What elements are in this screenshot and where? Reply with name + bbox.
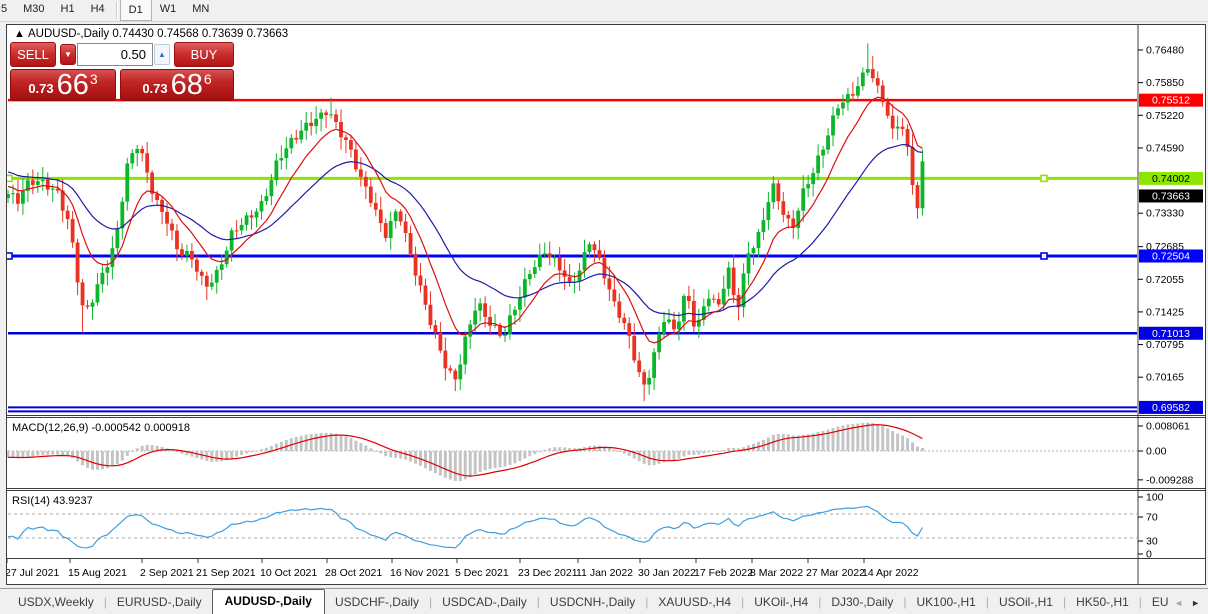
svg-text:70: 70 bbox=[1146, 512, 1158, 524]
timeframe-button-h4[interactable]: H4 bbox=[83, 0, 113, 21]
sell-price-button[interactable]: 0.73 66 3 bbox=[10, 69, 116, 101]
sell-price-pip: 3 bbox=[89, 71, 98, 87]
svg-text:23 Dec 2021: 23 Dec 2021 bbox=[518, 567, 578, 579]
timeframe-button-h1[interactable]: H1 bbox=[53, 0, 83, 21]
svg-text:8 Mar 2022: 8 Mar 2022 bbox=[750, 567, 803, 579]
svg-text:15 Aug 2021: 15 Aug 2021 bbox=[68, 567, 127, 579]
svg-text:AUDUSD-,Daily 0.74430 0.74568: AUDUSD-,Daily 0.74430 0.74568 0.73639 0.… bbox=[28, 28, 288, 40]
svg-text:10 Oct 2021: 10 Oct 2021 bbox=[260, 567, 317, 579]
svg-text:16 Nov 2021: 16 Nov 2021 bbox=[390, 567, 450, 579]
chart-tab-usdchf-daily[interactable]: USDCHF-,Daily bbox=[325, 591, 429, 614]
chart-tab-usoil-h1[interactable]: USOil-,H1 bbox=[989, 591, 1063, 614]
timeframe-button-m30[interactable]: M30 bbox=[15, 0, 52, 21]
buy-price-prefix: 0.73 bbox=[142, 81, 168, 96]
svg-text:0.69582: 0.69582 bbox=[1152, 402, 1190, 414]
timeframe-button-d1[interactable]: D1 bbox=[119, 0, 152, 21]
timeframe-toolbar: 5 M30 H1 H4 D1 W1 MN bbox=[0, 0, 1208, 22]
svg-text:MACD(12,26,9) -0.000542 0.0009: MACD(12,26,9) -0.000542 0.000918 bbox=[12, 422, 190, 434]
svg-text:RSI(14) 43.9237: RSI(14) 43.9237 bbox=[12, 495, 93, 507]
timeframe-button-mn[interactable]: MN bbox=[184, 0, 217, 21]
svg-text:0.76480: 0.76480 bbox=[1146, 45, 1184, 57]
chart-tab-audusd-daily[interactable]: AUDUSD-,Daily bbox=[211, 589, 325, 614]
chart-tab-usdx-weekly[interactable]: USDX,Weekly bbox=[8, 591, 104, 614]
chart-tab-ukoil-h4[interactable]: UKOil-,H4 bbox=[744, 591, 818, 614]
chart-tab-eu[interactable]: EU bbox=[1142, 591, 1170, 614]
svg-text:0.70795: 0.70795 bbox=[1146, 339, 1184, 351]
svg-text:21 Sep 2021: 21 Sep 2021 bbox=[196, 567, 256, 579]
panel-frames bbox=[7, 25, 1205, 584]
rsi-panel bbox=[7, 505, 1137, 549]
chart-tab-xauusd-h4[interactable]: XAUUSD-,H4 bbox=[648, 591, 741, 614]
svg-text:28 Oct 2021: 28 Oct 2021 bbox=[325, 567, 382, 579]
timeframe-button-w1[interactable]: W1 bbox=[152, 0, 185, 21]
svg-text:0.008061: 0.008061 bbox=[1146, 420, 1190, 432]
svg-text:0: 0 bbox=[1146, 549, 1152, 561]
chart-tabs: USDX,Weekly | EURUSD-,Daily AUDUSD-,Daily US… bbox=[0, 589, 1170, 614]
buy-price-button[interactable]: 0.73 68 6 bbox=[120, 69, 234, 101]
chart-window[interactable]: ▲ AUDUSD-,Daily 0.74430 0.74568 0.73639 0… bbox=[5, 24, 1206, 585]
svg-text:0.75850: 0.75850 bbox=[1146, 77, 1184, 89]
sell-button[interactable]: SELL bbox=[10, 42, 56, 67]
svg-text:0.72504: 0.72504 bbox=[1152, 251, 1190, 263]
svg-text:30 Jan 2022: 30 Jan 2022 bbox=[638, 567, 696, 579]
chart-tab-dj30-daily[interactable]: DJ30-,Daily bbox=[821, 591, 903, 614]
tab-scroll-right-icon[interactable]: ► bbox=[1191, 598, 1200, 608]
chart-canvas[interactable]: ▲ AUDUSD-,Daily 0.74430 0.74568 0.73639 0… bbox=[5, 25, 1205, 584]
svg-text:17 Feb 2022: 17 Feb 2022 bbox=[694, 567, 753, 579]
svg-text:27 Mar 2022: 27 Mar 2022 bbox=[806, 567, 865, 579]
order-row: SELL ▼ ▲ BUY bbox=[10, 42, 234, 68]
svg-text:0.00: 0.00 bbox=[1146, 446, 1167, 458]
buy-button[interactable]: BUY bbox=[174, 42, 234, 67]
moving-average-layer bbox=[7, 96, 923, 344]
price-axis: 0.764800.758500.752200.745900.733300.726… bbox=[1138, 45, 1203, 561]
one-click-trading-panel: SELL ▼ ▲ BUY 0.73 66 3 0.73 68 6 bbox=[10, 42, 234, 102]
chart-tab-eurusd-daily[interactable]: EURUSD-,Daily bbox=[107, 591, 212, 614]
svg-text:27 Jul 2021: 27 Jul 2021 bbox=[7, 567, 59, 579]
tab-scroll-arrows: ◄ ► bbox=[1170, 598, 1208, 614]
lot-decrease-button[interactable]: ▼ bbox=[60, 44, 76, 65]
buy-price-pip: 6 bbox=[203, 71, 212, 87]
chart-tab-uk100-h1[interactable]: UK100-,H1 bbox=[906, 591, 985, 614]
svg-text:0.70165: 0.70165 bbox=[1146, 372, 1184, 384]
svg-text:0.71425: 0.71425 bbox=[1146, 306, 1184, 318]
svg-text:14 Apr 2022: 14 Apr 2022 bbox=[862, 567, 919, 579]
svg-text:-0.009288: -0.009288 bbox=[1146, 474, 1193, 486]
svg-text:0.71013: 0.71013 bbox=[1152, 328, 1190, 340]
chart-title: ▲ AUDUSD-,Daily 0.74430 0.74568 0.73639 0… bbox=[14, 28, 288, 40]
lot-increase-button[interactable]: ▲ bbox=[154, 44, 170, 65]
chart-tab-hk50-h1[interactable]: HK50-,H1 bbox=[1066, 591, 1139, 614]
toolbar-separator bbox=[115, 2, 117, 19]
chart-tab-usdcnh-daily[interactable]: USDCNH-,Daily bbox=[540, 591, 645, 614]
svg-text:0.75220: 0.75220 bbox=[1146, 110, 1184, 122]
svg-text:30: 30 bbox=[1146, 536, 1158, 548]
svg-text:0.75512: 0.75512 bbox=[1152, 95, 1190, 107]
timeframe-button-5[interactable]: 5 bbox=[0, 0, 15, 21]
chart-tab-usdcad-daily[interactable]: USDCAD-,Daily bbox=[432, 591, 537, 614]
lot-size-input[interactable] bbox=[77, 43, 153, 66]
svg-text:0.73330: 0.73330 bbox=[1146, 208, 1184, 220]
chart-tab-bar: USDX,Weekly | EURUSD-,Daily AUDUSD-,Daily US… bbox=[0, 588, 1208, 614]
svg-text:11 Jan 2022: 11 Jan 2022 bbox=[576, 567, 633, 579]
svg-text:2 Sep 2021: 2 Sep 2021 bbox=[140, 567, 194, 579]
svg-text:100: 100 bbox=[1146, 492, 1164, 504]
buy-price-main: 68 bbox=[170, 69, 203, 101]
svg-text:0.74590: 0.74590 bbox=[1146, 142, 1184, 154]
date-axis: 27 Jul 2021 15 Aug 2021 2 Sep 2021 21 Sep 2… bbox=[5, 558, 919, 579]
tab-scroll-left-icon[interactable]: ◄ bbox=[1174, 598, 1183, 608]
svg-text:5 Dec 2021: 5 Dec 2021 bbox=[455, 567, 509, 579]
svg-text:0.73663: 0.73663 bbox=[1152, 190, 1190, 202]
svg-text:0.72055: 0.72055 bbox=[1146, 274, 1184, 286]
svg-text:0.74002: 0.74002 bbox=[1152, 173, 1190, 185]
sell-price-prefix: 0.73 bbox=[28, 81, 54, 96]
sell-price-main: 66 bbox=[56, 69, 89, 101]
svg-text:▲: ▲ bbox=[14, 28, 25, 40]
